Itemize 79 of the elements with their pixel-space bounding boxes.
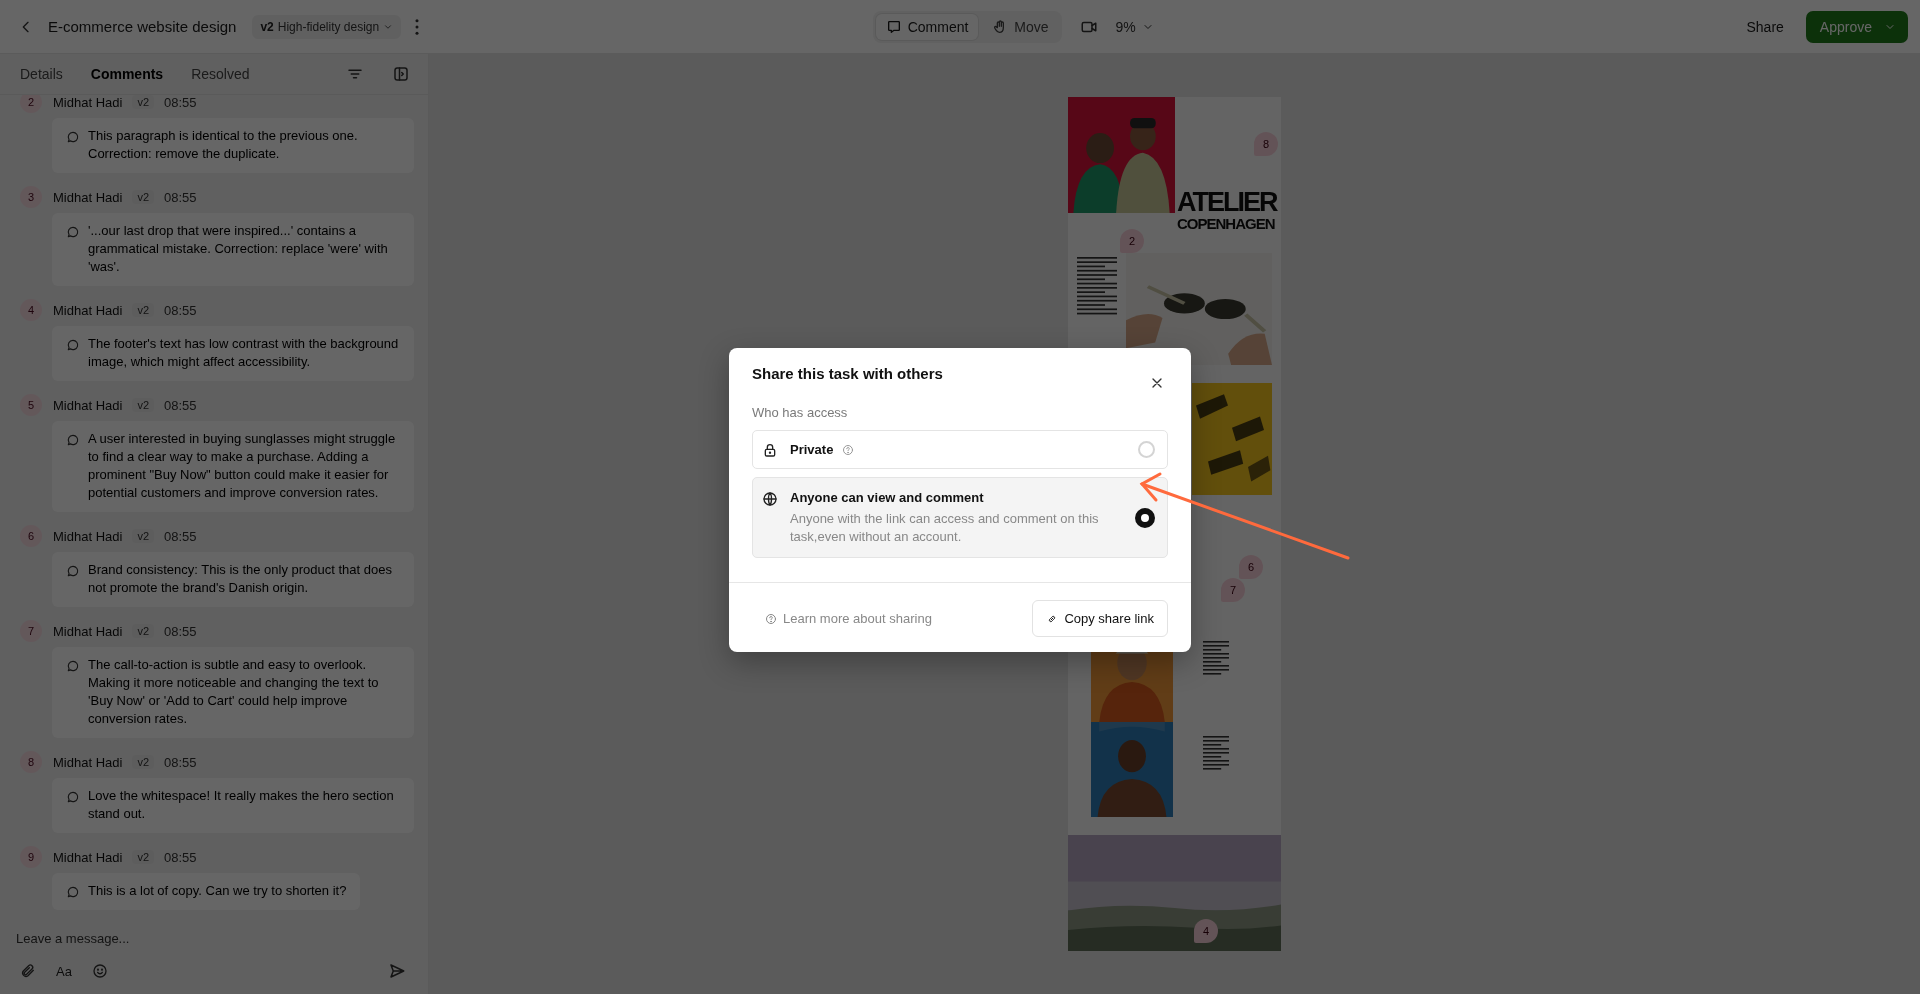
comment-author: Midhat Hadi: [53, 397, 123, 413]
comment-time: 08:55: [164, 623, 197, 639]
comment-bubble-icon: [66, 564, 80, 578]
comment-bubble-icon: [66, 885, 80, 899]
comment-pin[interactable]: 7: [1221, 578, 1245, 602]
comment-number: 2: [20, 95, 42, 113]
zoom-dropdown[interactable]: 9%: [1115, 18, 1154, 35]
mode-button[interactable]: Comment: [875, 13, 979, 40]
mode-button[interactable]: Move: [982, 13, 1059, 40]
help-icon: [765, 612, 777, 625]
comment-time: 08:55: [164, 302, 197, 318]
globe-icon: [762, 491, 778, 507]
brand-title: COPENHAGEN: [1177, 215, 1276, 234]
comment-time: 08:55: [164, 397, 197, 413]
text-format-button[interactable]: Aa: [52, 959, 76, 983]
send-icon: [388, 962, 406, 980]
comment-bubble-icon: [66, 338, 80, 352]
paperclip-icon: [20, 963, 36, 979]
comment-number: 4: [20, 299, 42, 321]
comment-text: A user interested in buying sunglasses might struggle to find a clear way to make a purchase. Adding a prominent "Buy Now" button could make it easier for potential customers and improve conversion rates.: [88, 430, 397, 502]
comment-number: 7: [20, 620, 42, 642]
comment-author: Midhat Hadi: [53, 302, 123, 318]
comment-time: 08:55: [164, 95, 197, 110]
comment-author: Midhat Hadi: [53, 95, 123, 110]
version-dropdown[interactable]: v2 High-fidelity design: [252, 14, 402, 39]
section-label: Who has access: [752, 405, 849, 420]
comment-pin[interactable]: 6: [1239, 555, 1263, 579]
option-title: Private: [790, 442, 834, 457]
comment-number: 3: [20, 186, 42, 208]
comment-text: This paragraph is identical to the previous one. Correction: remove the duplicate.: [88, 127, 359, 163]
access-option[interactable]: Anyone can view and comment Anyone with the link can access and comment on this task,even without an account.: [752, 477, 1168, 558]
comment-pin[interactable]: 2: [1120, 229, 1144, 253]
text-lines-drawing: [1203, 736, 1229, 772]
comment-author: Midhat Hadi: [53, 754, 123, 770]
learn-more-link[interactable]: Learn more about sharing: [765, 611, 932, 626]
comment-number: 5: [20, 394, 42, 416]
comment-text: '...our last drop that were inspired...' contains a grammatical mistake. Correction: replace 'were' with 'was'.: [88, 222, 389, 276]
comment-bubble-icon: [66, 790, 80, 804]
document-title: E-commerce website design: [48, 18, 237, 35]
comment-author: Midhat Hadi: [53, 528, 123, 544]
panel-tab[interactable]: Details: [8, 60, 75, 88]
comment-time: 08:55: [164, 528, 197, 544]
comment-author: Midhat Hadi: [53, 189, 123, 205]
option-title: Anyone can view and comment: [790, 490, 984, 505]
option-description: Anyone with the link can access and comment on this task,even without an account.: [790, 510, 1100, 546]
access-option[interactable]: Private: [752, 430, 1168, 469]
panel-tab[interactable]: Comments: [78, 60, 176, 88]
comment-pin[interactable]: 8: [1254, 132, 1278, 156]
comment-number: 6: [20, 525, 42, 547]
comment-text: Love the whitespace! It really makes the hero section stand out.: [88, 787, 395, 823]
share-button[interactable]: Share: [1742, 12, 1788, 41]
comment-icon: [885, 18, 902, 35]
panel-tab[interactable]: Resolved: [179, 60, 262, 88]
comment-text: The call-to-action is subtle and easy to overlook. Making it more noticeable and changing the text to 'Buy Now' or 'Add to Cart' could help improve conversion rates.: [88, 656, 380, 728]
message-field[interactable]: Leave a message...: [16, 929, 410, 948]
comment-bubble-icon: [66, 433, 80, 447]
copy-link-button[interactable]: Copy share link: [1032, 600, 1168, 637]
brand-title: ATELIER: [1177, 190, 1277, 216]
radio-button[interactable]: [1135, 508, 1155, 528]
text-lines-drawing: [1203, 641, 1229, 677]
comment-text: This is a lot of copy. Can we try to shorten it?: [88, 882, 347, 900]
smiley-icon: [91, 963, 108, 979]
dialog-title: Share this task with others: [752, 365, 943, 382]
comment-time: 08:55: [164, 849, 197, 865]
comment-bubble-icon: [66, 659, 80, 673]
lock-icon: [762, 442, 778, 458]
sidebar-icon: [392, 65, 410, 83]
comment-text: The footer's text has low contrast with the background image, which might affect accessibility.: [88, 335, 400, 371]
comment-bubble-icon: [66, 225, 80, 239]
comment-author: Midhat Hadi: [53, 623, 123, 639]
comment-bubble-icon: [66, 130, 80, 144]
comment-author: Midhat Hadi: [53, 849, 123, 865]
comment-time: 08:55: [164, 189, 197, 205]
comment-number: 9: [20, 846, 42, 868]
approve-button[interactable]: Approve: [1805, 10, 1908, 43]
more-icon: [415, 18, 420, 35]
comment-number: 8: [20, 751, 42, 773]
comment-text: Brand consistency: This is the only product that does not promote the brand's Danish origin.: [88, 561, 393, 597]
comment-time: 08:55: [164, 754, 197, 770]
